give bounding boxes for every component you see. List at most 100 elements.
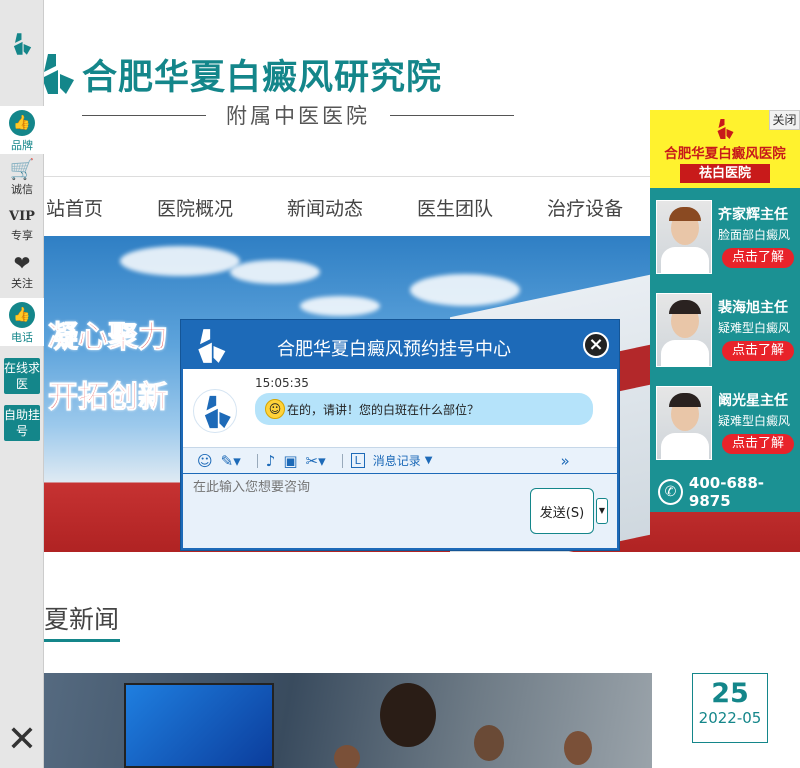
chat-header: 合肥华夏白癜风预约挂号中心 × (181, 320, 619, 369)
leftbar-label: 专享 (11, 229, 33, 242)
hotline[interactable]: ✆ 400-688-9875 (650, 474, 800, 510)
news-year-month: 2022-05 (698, 709, 762, 727)
logo-title: 合肥华夏白癜风研究院 (82, 56, 443, 98)
doctor-photo (656, 293, 712, 367)
panel-header: 关闭 合肥华夏白癜风医院 祛白医院 (650, 110, 800, 188)
doctor-photo (656, 386, 712, 460)
nav-home[interactable]: 站首页 (46, 194, 103, 221)
doctor-card[interactable]: 裴海旭主任 疑难型白癜风 点击了解 (650, 291, 800, 373)
doctor-name: 齐家辉主任 (718, 207, 788, 223)
music-icon[interactable]: ♪ (266, 452, 276, 470)
leftbar-item-vip[interactable]: VIP 专享 (0, 208, 44, 252)
person (564, 731, 592, 765)
nav-equipment[interactable]: 治疗设备 (547, 194, 623, 221)
emoji-icon[interactable]: ☺ (197, 452, 213, 470)
nav-about[interactable]: 医院概况 (157, 194, 233, 221)
main-nav: 站首页 医院概况 新闻动态 医生团队 治疗设备 (44, 177, 677, 237)
agent-avatar (193, 389, 237, 433)
led-screen (124, 683, 274, 768)
self-booking-button[interactable]: 自助挂号 (4, 405, 40, 441)
thumbs-up-icon: 👍 (9, 302, 35, 328)
message-bubble: ☺ 在的，请讲！您的白斑在什么部位？ (255, 393, 593, 425)
doctor-card[interactable]: 阚光星主任 疑难型白癜风 点击了解 (650, 384, 800, 466)
banner-slogan-1: 凝心聚力 (48, 320, 169, 356)
person (334, 745, 360, 768)
doctor-card[interactable]: 齐家辉主任 脸面部白癜风 点击了解 (650, 198, 800, 280)
cloud (410, 274, 520, 306)
coat (661, 247, 709, 273)
doctor-photo (656, 200, 712, 274)
logo-subtitle-row: 附属中医医院 (82, 100, 514, 130)
hair (669, 393, 701, 407)
divider (341, 453, 343, 468)
hair (669, 300, 701, 314)
leftbar-label: 关注 (11, 277, 33, 290)
doctor-learn-more-button[interactable]: 点击了解 (722, 341, 794, 361)
logo-subtitle: 附属中医医院 (226, 104, 370, 128)
leftbar-item-brand[interactable]: 👍 品牌 (0, 106, 44, 154)
right-float-panel: 关闭 合肥华夏白癜风医院 祛白医院 齐家辉主任 脸面部白癜风 点击了解 裴海旭主… (650, 110, 800, 512)
leftbar-item-integrity[interactable]: 🛒 诚信 (0, 158, 44, 202)
online-consult-button[interactable]: 在线求医 (4, 358, 40, 394)
leftbar-label: 品牌 (11, 139, 33, 152)
nav-doctors[interactable]: 医生团队 (417, 194, 493, 221)
coat (661, 340, 709, 366)
nav-news[interactable]: 新闻动态 (287, 194, 363, 221)
hair (669, 207, 701, 221)
image-icon[interactable]: ▣ (283, 452, 297, 470)
scissors-icon[interactable]: ✂▾ (306, 452, 326, 470)
banner-slogan-2: 开拓创新 (48, 380, 169, 416)
expand-icon[interactable]: » (560, 452, 569, 470)
chevron-down-icon[interactable]: ▼ (425, 455, 433, 466)
cloud (120, 246, 240, 276)
chat-compose: 发送(S) ▼ (183, 474, 617, 548)
cloud (230, 260, 320, 284)
edit-icon[interactable]: ✎▾ (221, 452, 241, 470)
leftbar-item-phone[interactable]: 👍 电话 (0, 298, 44, 346)
doctor-dept: 脸面部白癜风 (718, 228, 791, 242)
doctor-dept: 疑难型白癜风 (718, 414, 791, 428)
message-history-button[interactable]: 消息记录 (373, 452, 421, 469)
doctor-learn-more-button[interactable]: 点击了解 (722, 434, 794, 454)
hotline-number: 400-688-9875 (688, 474, 764, 510)
vip-icon: VIP (9, 209, 35, 224)
coat (661, 433, 709, 459)
news-date: 25 2022-05 (692, 673, 768, 743)
doctor-name: 阚光星主任 (718, 393, 788, 409)
chat-input[interactable] (193, 480, 513, 495)
close-icon[interactable]: ✕ (6, 720, 38, 760)
doctor-name: 裴海旭主任 (718, 300, 788, 316)
chat-close-button[interactable]: × (583, 332, 609, 358)
news-photo[interactable] (44, 673, 652, 768)
section-title: 夏新闻 (44, 605, 120, 634)
leftbar-item-follow[interactable]: ❤ 关注 (0, 252, 44, 296)
divider (390, 114, 514, 116)
phone-icon: ✆ (658, 479, 683, 505)
thumbs-up-icon: 👍 (9, 110, 35, 136)
doctor-learn-more-button[interactable]: 点击了解 (722, 248, 794, 268)
logo-cross-icon (8, 30, 36, 58)
leftbar-label: 诚信 (11, 183, 33, 196)
send-options-dropdown[interactable]: ▼ (596, 498, 608, 524)
leftbar-label: 电话 (11, 331, 33, 344)
cloud (300, 296, 380, 316)
news-day: 25 (711, 678, 749, 709)
cart-icon: 🛒 (9, 157, 35, 181)
chat-messages: 15:05:35 ☺ 在的，请讲！您的白斑在什么部位？ (183, 369, 617, 447)
site-logo[interactable]: 合肥华夏白癜风研究院 (38, 48, 442, 100)
history-icon[interactable]: L (350, 453, 365, 468)
chat-toolbar: ☺ ✎▾ ♪ ▣ ✂▾ L 消息记录 ▼ » (183, 447, 617, 473)
send-button[interactable]: 发送(S) (530, 488, 594, 534)
panel-hospital-name: 合肥华夏白癜风医院 (664, 146, 786, 162)
heart-icon: ❤ (13, 251, 31, 275)
person (380, 683, 436, 747)
panel-close-button[interactable]: 关闭 (769, 110, 800, 130)
left-float-bar: 👍 品牌 🛒 诚信 VIP 专享 ❤ 关注 👍 电话 在线求医 自助挂号 ✕ (0, 0, 44, 768)
smile-emoji-icon: ☺ (265, 399, 285, 419)
chat-dialog: 合肥华夏白癜风预约挂号中心 × 15:05:35 ☺ 在的，请讲！您的白斑在什么… (180, 319, 620, 551)
person (474, 725, 504, 761)
doctor-dept: 疑难型白癜风 (718, 321, 791, 335)
divider (256, 453, 258, 468)
message-text: 在的，请讲！您的白斑在什么部位？ (287, 402, 480, 417)
panel-hospital-tag: 祛白医院 (680, 164, 770, 183)
